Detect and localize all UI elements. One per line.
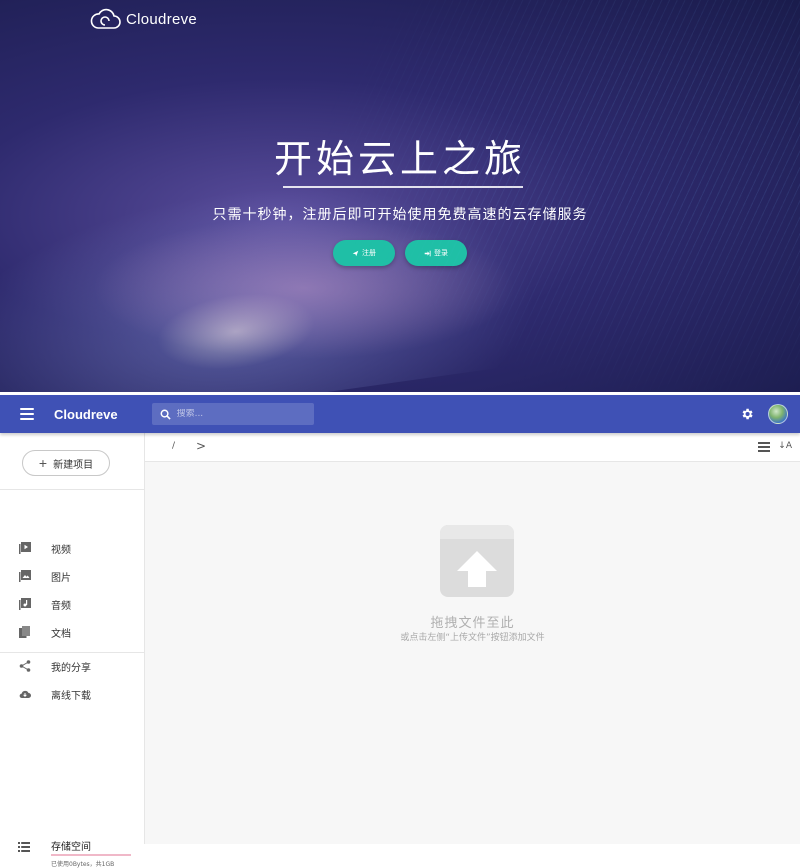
hero-subtitle: 只需十秒钟，注册后即可开始使用免费高速的云存储服务 xyxy=(212,207,588,223)
sidebar-item-images[interactable]: 图片 xyxy=(0,564,144,588)
app-title: Cloudreve xyxy=(54,406,118,422)
list-view-icon[interactable] xyxy=(758,442,770,452)
register-label: 注册 xyxy=(362,250,376,257)
hero-title: 开始云上之旅 xyxy=(273,137,526,181)
app-bar-actions xyxy=(740,404,788,424)
user-avatar[interactable] xyxy=(768,404,788,424)
app-body: + 新建项目 视频 图片 音频 文档 我的分享 离线下载 存储空间 已使用0By… xyxy=(0,433,800,868)
menu-icon[interactable] xyxy=(16,403,38,425)
video-library-icon xyxy=(19,542,31,554)
search-box[interactable] xyxy=(151,403,314,425)
chevron-right-icon[interactable]: > xyxy=(196,439,206,453)
hero-actions: 注册 登录 xyxy=(0,240,800,266)
file-area: / > ↓A 拖拽文件至此 或点击左侧“上传文件”按钮添加文件 xyxy=(145,433,800,844)
register-button[interactable]: 注册 xyxy=(333,240,395,266)
plus-icon: + xyxy=(38,455,48,471)
hero-banner: Cloudreve 开始云上之旅 只需十秒钟，注册后即可开始使用免费高速的云存储… xyxy=(0,0,800,392)
cloud-download-icon xyxy=(19,690,31,699)
app-bar: Cloudreve xyxy=(0,395,800,433)
sidebar-item-my-shares[interactable]: 我的分享 xyxy=(0,654,144,678)
search-input[interactable] xyxy=(176,409,297,419)
upload-arrow-icon xyxy=(457,551,497,587)
sort-icon[interactable]: ↓A xyxy=(778,441,792,451)
drop-zone-title: 拖拽文件至此 xyxy=(430,616,515,631)
paper-plane-icon xyxy=(352,250,359,256)
sidebar-item-offline-download[interactable]: 离线下载 xyxy=(0,682,144,706)
hero-brand: Cloudreve xyxy=(126,10,198,28)
sidebar-item-label: 视频 xyxy=(51,544,71,556)
upload-illustration xyxy=(440,525,514,597)
storage-title: 存储空间 xyxy=(51,842,91,853)
search-icon xyxy=(160,409,171,420)
login-button[interactable]: 登录 xyxy=(405,240,467,266)
hero-logo[interactable]: Cloudreve xyxy=(90,8,197,30)
cloud-logo-icon xyxy=(90,8,121,29)
sidebar-item-label: 文档 xyxy=(51,628,71,640)
sidebar-item-label: 音频 xyxy=(51,600,71,612)
sidebar-item-label: 图片 xyxy=(51,572,71,584)
document-icon xyxy=(19,626,30,638)
login-label: 登录 xyxy=(434,250,448,257)
list-icon xyxy=(18,842,30,852)
sidebar-item-video[interactable]: 视频 xyxy=(0,536,144,560)
new-item-label: 新建项目 xyxy=(53,459,94,471)
drop-zone-hint: 或点击左侧“上传文件”按钮添加文件 xyxy=(400,633,545,643)
sidebar-item-documents[interactable]: 文档 xyxy=(0,620,144,644)
music-library-icon xyxy=(19,598,31,610)
share-icon xyxy=(19,660,31,672)
sidebar-item-audio[interactable]: 音频 xyxy=(0,592,144,616)
storage-detail: 已使用0Bytes，共1GB xyxy=(51,861,115,868)
sign-in-icon xyxy=(424,250,431,256)
gear-icon[interactable] xyxy=(740,407,754,421)
sidebar-item-label: 我的分享 xyxy=(51,662,91,674)
sidebar-item-label: 离线下载 xyxy=(51,690,91,702)
file-manager-app: Cloudreve + 新建项目 xyxy=(0,395,800,868)
hero-divider xyxy=(283,186,523,188)
sidebar: + 新建项目 视频 图片 音频 文档 我的分享 离线下载 存储空间 已使用0By… xyxy=(0,433,145,868)
sidebar-divider xyxy=(0,652,144,653)
sidebar-divider xyxy=(0,489,144,490)
new-item-button[interactable]: + 新建项目 xyxy=(22,450,110,476)
breadcrumb: / > ↓A xyxy=(145,433,800,462)
image-icon xyxy=(19,570,31,582)
storage-usage-bar xyxy=(51,854,131,856)
breadcrumb-root[interactable]: / xyxy=(172,441,175,451)
